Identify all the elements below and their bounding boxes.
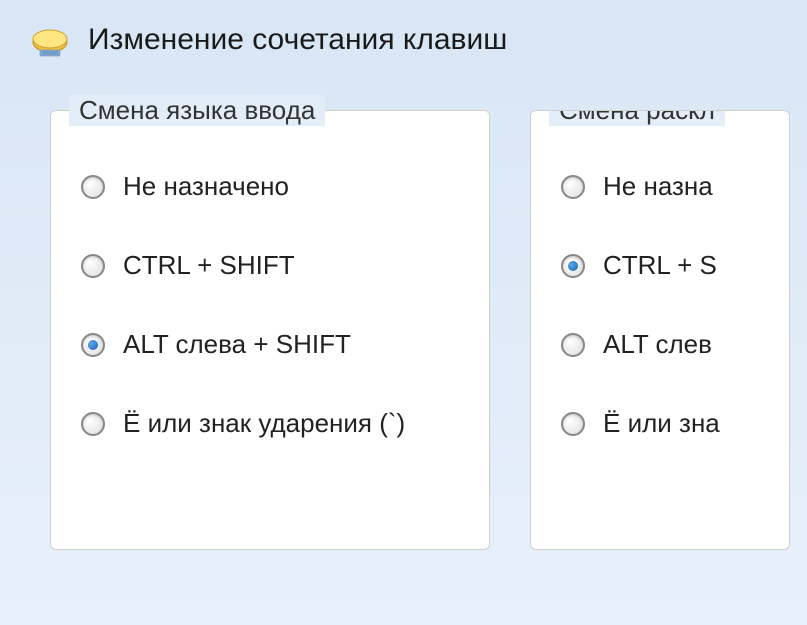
group-keyboard-layout: Смена раскл Не назна CTRL + S ALT слев Ё… (530, 110, 790, 550)
keyboard-icon (30, 20, 70, 60)
radio-item-not-assigned[interactable]: Не назначено (81, 171, 459, 202)
group-keyboard-layout-legend: Смена раскл (549, 110, 725, 126)
radio-item-ctrl-shift[interactable]: CTRL + SHIFT (81, 250, 459, 281)
radio-label: CTRL + S (603, 250, 717, 281)
radio-label: Ё или зна (603, 408, 720, 439)
radio-icon (561, 333, 585, 357)
radio-label: Ё или знак ударения (`) (123, 408, 405, 439)
radio-label: CTRL + SHIFT (123, 250, 295, 281)
radio-list-left: Не назначено CTRL + SHIFT ALT слева + SH… (81, 171, 459, 439)
radio-list-right: Не назна CTRL + S ALT слев Ё или зна (561, 171, 759, 439)
radio-label: Не назначено (123, 171, 289, 202)
radio-icon (561, 254, 585, 278)
group-input-language-legend: Смена языка ввода (69, 95, 325, 126)
radio-item-grave-accent[interactable]: Ё или знак ударения (`) (81, 408, 459, 439)
radio-icon (561, 412, 585, 436)
title-bar: Изменение сочетания клавиш (0, 0, 807, 90)
radio-icon (81, 412, 105, 436)
content-area: Смена языка ввода Не назначено CTRL + SH… (0, 90, 807, 550)
dialog-title: Изменение сочетания клавиш (88, 23, 507, 57)
radio-icon (561, 175, 585, 199)
radio-icon (81, 333, 105, 357)
radio-item-alt-shift[interactable]: ALT слев (561, 329, 759, 360)
radio-label: Не назна (603, 171, 713, 202)
radio-item-ctrl-shift[interactable]: CTRL + S (561, 250, 759, 281)
radio-icon (81, 254, 105, 278)
radio-label: ALT слев (603, 329, 712, 360)
radio-item-alt-shift[interactable]: ALT слева + SHIFT (81, 329, 459, 360)
radio-item-not-assigned[interactable]: Не назна (561, 171, 759, 202)
radio-icon (81, 175, 105, 199)
radio-label: ALT слева + SHIFT (123, 329, 351, 360)
dialog-window: Изменение сочетания клавиш Смена языка в… (0, 0, 807, 625)
group-input-language: Смена языка ввода Не назначено CTRL + SH… (50, 110, 490, 550)
radio-item-grave-accent[interactable]: Ё или зна (561, 408, 759, 439)
